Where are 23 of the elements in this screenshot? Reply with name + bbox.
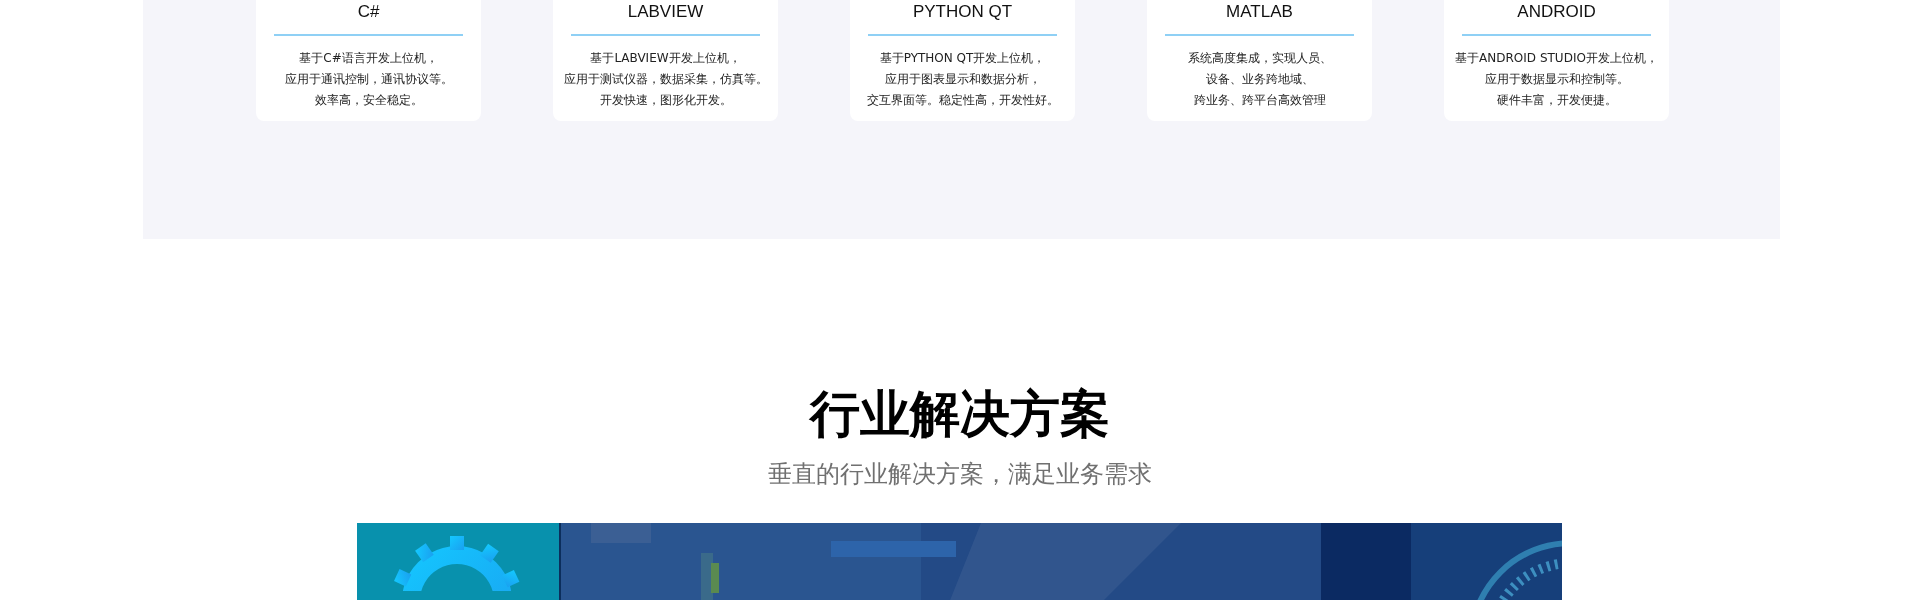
card-description-line: 效率高，安全稳定。 [313, 92, 424, 109]
card-title: LABVIEW [626, 1, 705, 23]
card-description-line: 基于C#语言开发上位机， [298, 50, 439, 67]
section-title: 行业解决方案 [810, 384, 1110, 445]
card-description-line: 硬件丰富，开发便捷。 [1495, 92, 1618, 109]
card-description-line: 基于ANDROID STUDIO开发上位机， [1454, 50, 1659, 67]
card-title: C# [356, 1, 381, 23]
card-description-line: 基于LABVIEW开发上位机， [589, 50, 742, 67]
card-description-line: 交互界面等。稳定性高，开发性好。 [865, 92, 1060, 109]
card-description-line: 基于PYTHON QT开发上位机， [878, 50, 1047, 67]
card-title: ANDROID [1516, 1, 1597, 23]
card-description-line: 应用于图表显示和数据分析， [883, 71, 1042, 88]
card-description-line: 系统高度集成，实现人员、 [1186, 50, 1333, 67]
card-description-line: 应用于数据显示和控制等。 [1483, 71, 1630, 88]
card-description-line: 应用于测试仪器，数据采集，仿真等。 [562, 71, 769, 88]
card-description-line: 跨业务、跨平台高效管理 [1192, 92, 1327, 109]
card-title: PYTHON QT [911, 1, 1014, 23]
section-subtitle: 垂直的行业解决方案，满足业务需求 [768, 459, 1152, 490]
card-description-line: 设备、业务跨地域、 [1204, 71, 1315, 88]
gear-icon [392, 536, 522, 591]
card-description-line: 应用于通讯控制，通讯协议等。 [283, 71, 454, 88]
card-description-line: 开发快速，图形化开发。 [598, 92, 733, 109]
card-title: MATLAB [1225, 1, 1294, 23]
